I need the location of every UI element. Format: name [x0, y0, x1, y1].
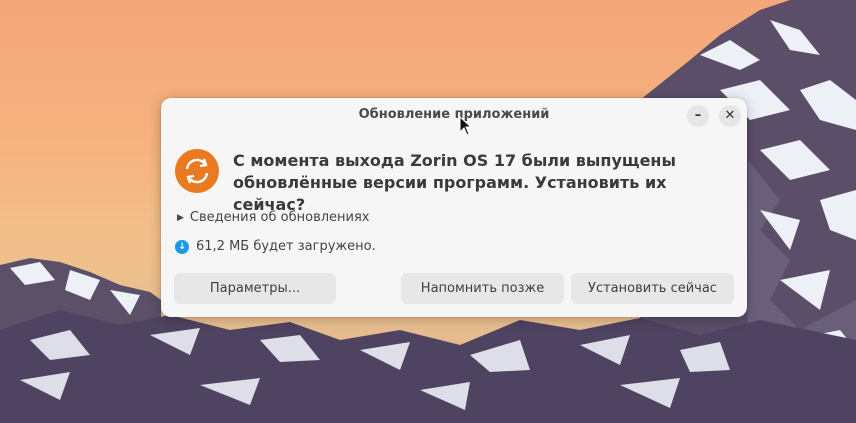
update-dialog: Обновление приложений – ✕ С момента выхо… — [161, 98, 747, 317]
close-button[interactable]: ✕ — [719, 105, 741, 127]
expander-arrow-icon: ▶ — [177, 212, 184, 223]
minimize-icon: – — [694, 108, 702, 123]
download-size-text: 61,2 МБ будет загружено. — [196, 239, 376, 254]
dialog-titlebar[interactable]: Обновление приложений – ✕ — [161, 98, 747, 134]
update-details-expander[interactable]: ▶ Сведения об обновлениях — [177, 210, 370, 225]
install-now-button[interactable]: Установить сейчас — [571, 273, 734, 304]
download-size-info: ↓ 61,2 МБ будет загружено. — [175, 239, 376, 254]
dialog-title: Обновление приложений — [358, 107, 550, 122]
remind-later-button[interactable]: Напомнить позже — [401, 273, 564, 304]
mouse-cursor-icon — [459, 116, 473, 136]
download-icon: ↓ — [175, 239, 189, 254]
minimize-button[interactable]: – — [687, 105, 709, 127]
details-label: Сведения об обновлениях — [189, 210, 370, 225]
settings-button[interactable]: Параметры... — [174, 273, 336, 304]
update-arrows-icon — [175, 149, 219, 193]
close-icon: ✕ — [724, 108, 736, 123]
update-message: С момента выхода Zorin OS 17 были выпуще… — [233, 151, 676, 214]
